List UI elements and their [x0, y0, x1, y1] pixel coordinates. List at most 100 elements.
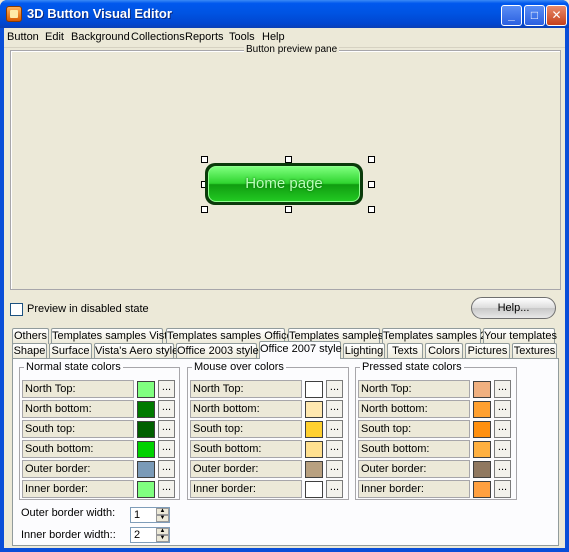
- minimize-button[interactable]: _: [501, 5, 522, 26]
- tab-lighting[interactable]: Lighting: [343, 343, 385, 359]
- color-swatch[interactable]: [137, 441, 155, 458]
- tab-pictures[interactable]: Pictures: [465, 343, 510, 359]
- outer-border-width-label: Outer border width:: [21, 507, 116, 519]
- stepper-up-icon[interactable]: ▲: [156, 508, 169, 515]
- color-row-label: Inner border:: [358, 480, 470, 498]
- color-picker-button[interactable]: ...: [326, 400, 343, 418]
- menu-collections[interactable]: Collections: [131, 31, 185, 43]
- color-swatch[interactable]: [473, 421, 491, 438]
- color-swatch[interactable]: [305, 381, 323, 398]
- color-swatch[interactable]: [137, 461, 155, 478]
- menu-edit[interactable]: Edit: [45, 31, 64, 43]
- color-row-label: South top:: [358, 420, 470, 438]
- menu-tools[interactable]: Tools: [229, 31, 255, 43]
- stepper-buttons: ▲ ▼: [156, 508, 169, 522]
- color-picker-button[interactable]: ...: [326, 460, 343, 478]
- color-swatch[interactable]: [473, 481, 491, 498]
- mouse-over-colors-group: Mouse over colors North Top: ... North b…: [187, 361, 349, 500]
- button-preview-pane: Button preview pane Home page: [10, 44, 561, 290]
- help-button[interactable]: Help...: [471, 297, 556, 319]
- color-row-label: North bottom:: [190, 400, 302, 418]
- color-picker-button[interactable]: ...: [158, 380, 175, 398]
- resize-handle[interactable]: [201, 156, 208, 163]
- maximize-icon: □: [530, 8, 539, 22]
- title-bar[interactable]: 3D Button Visual Editor _ □ ✕: [0, 0, 569, 28]
- color-row-label: North bottom:: [358, 400, 470, 418]
- inner-border-width-value: 2: [134, 529, 141, 541]
- resize-handle[interactable]: [201, 206, 208, 213]
- tab-textures[interactable]: Textures: [512, 343, 557, 359]
- color-picker-button[interactable]: ...: [158, 480, 175, 498]
- color-swatch[interactable]: [137, 381, 155, 398]
- color-row-label: Inner border:: [22, 480, 134, 498]
- color-row-label: Outer border:: [22, 460, 134, 478]
- color-row-label: Outer border:: [190, 460, 302, 478]
- close-button[interactable]: ✕: [546, 5, 567, 26]
- window-title: 3D Button Visual Editor: [27, 6, 172, 21]
- color-picker-button[interactable]: ...: [494, 380, 511, 398]
- color-swatch[interactable]: [137, 481, 155, 498]
- normal-state-colors-group: Normal state colors North Top: ... North…: [19, 361, 180, 500]
- color-picker-button[interactable]: ...: [158, 440, 175, 458]
- resize-handle[interactable]: [285, 156, 292, 163]
- tab-colors[interactable]: Colors: [425, 343, 463, 359]
- outer-border-width-stepper[interactable]: 1 ▲ ▼: [130, 507, 170, 523]
- menu-help[interactable]: Help: [262, 31, 285, 43]
- color-swatch[interactable]: [473, 401, 491, 418]
- maximize-button[interactable]: □: [524, 5, 545, 26]
- color-picker-button[interactable]: ...: [494, 400, 511, 418]
- menu-button[interactable]: Button: [7, 31, 39, 43]
- color-picker-button[interactable]: ...: [326, 420, 343, 438]
- tab-others[interactable]: Others: [12, 328, 49, 344]
- normal-state-colors-title: Normal state colors: [24, 361, 123, 373]
- color-picker-button[interactable]: ...: [326, 380, 343, 398]
- color-picker-button[interactable]: ...: [494, 440, 511, 458]
- color-picker-button[interactable]: ...: [494, 480, 511, 498]
- color-picker-button[interactable]: ...: [158, 400, 175, 418]
- tab-your-templates[interactable]: Your templates: [483, 328, 557, 344]
- color-swatch[interactable]: [305, 441, 323, 458]
- color-row-label: South top:: [22, 420, 134, 438]
- color-swatch[interactable]: [473, 381, 491, 398]
- color-swatch[interactable]: [137, 401, 155, 418]
- tab-office-2003-style[interactable]: Office 2003 style: [176, 343, 259, 359]
- color-row-label: Inner border:: [190, 480, 302, 498]
- tab-vistas-aero-style[interactable]: Vista's Aero style: [94, 343, 178, 359]
- color-swatch[interactable]: [305, 461, 323, 478]
- color-swatch[interactable]: [473, 461, 491, 478]
- resize-handle[interactable]: [368, 156, 375, 163]
- preview-disabled-checkbox[interactable]: [10, 303, 23, 316]
- color-picker-button[interactable]: ...: [326, 480, 343, 498]
- tab-shape[interactable]: Shape: [12, 343, 47, 359]
- color-picker-button[interactable]: ...: [494, 460, 511, 478]
- color-row-label: North Top:: [190, 380, 302, 398]
- resize-handle[interactable]: [368, 206, 375, 213]
- color-swatch[interactable]: [473, 441, 491, 458]
- stepper-down-icon[interactable]: ▼: [156, 515, 169, 522]
- tab-office-2007-style[interactable]: Office 2007 style: [259, 341, 342, 359]
- tab-texts[interactable]: Texts: [387, 343, 423, 359]
- tab-templates-samples-2[interactable]: Templates samples 2: [382, 328, 486, 344]
- inner-border-width-stepper[interactable]: 2 ▲ ▼: [130, 527, 170, 543]
- color-swatch[interactable]: [305, 401, 323, 418]
- menu-background[interactable]: Background: [71, 31, 130, 43]
- minimize-icon: _: [508, 8, 515, 22]
- color-picker-button[interactable]: ...: [158, 460, 175, 478]
- color-swatch[interactable]: [305, 421, 323, 438]
- color-picker-button[interactable]: ...: [494, 420, 511, 438]
- color-swatch[interactable]: [305, 481, 323, 498]
- color-picker-button[interactable]: ...: [158, 420, 175, 438]
- preview-button[interactable]: Home page: [205, 163, 363, 205]
- color-swatch[interactable]: [137, 421, 155, 438]
- pressed-state-colors-title: Pressed state colors: [360, 361, 464, 373]
- client-area: Button Edit Background Collections Repor…: [4, 28, 565, 548]
- tab-surface[interactable]: Surface: [49, 343, 92, 359]
- color-picker-button[interactable]: ...: [326, 440, 343, 458]
- tab-templates-samples-vista[interactable]: Templates samples Vista: [51, 328, 173, 344]
- preview-pane-legend: Button preview pane: [244, 44, 340, 55]
- stepper-up-icon[interactable]: ▲: [156, 528, 169, 535]
- resize-handle[interactable]: [368, 181, 375, 188]
- stepper-down-icon[interactable]: ▼: [156, 535, 169, 542]
- menu-reports[interactable]: Reports: [185, 31, 224, 43]
- resize-handle[interactable]: [285, 206, 292, 213]
